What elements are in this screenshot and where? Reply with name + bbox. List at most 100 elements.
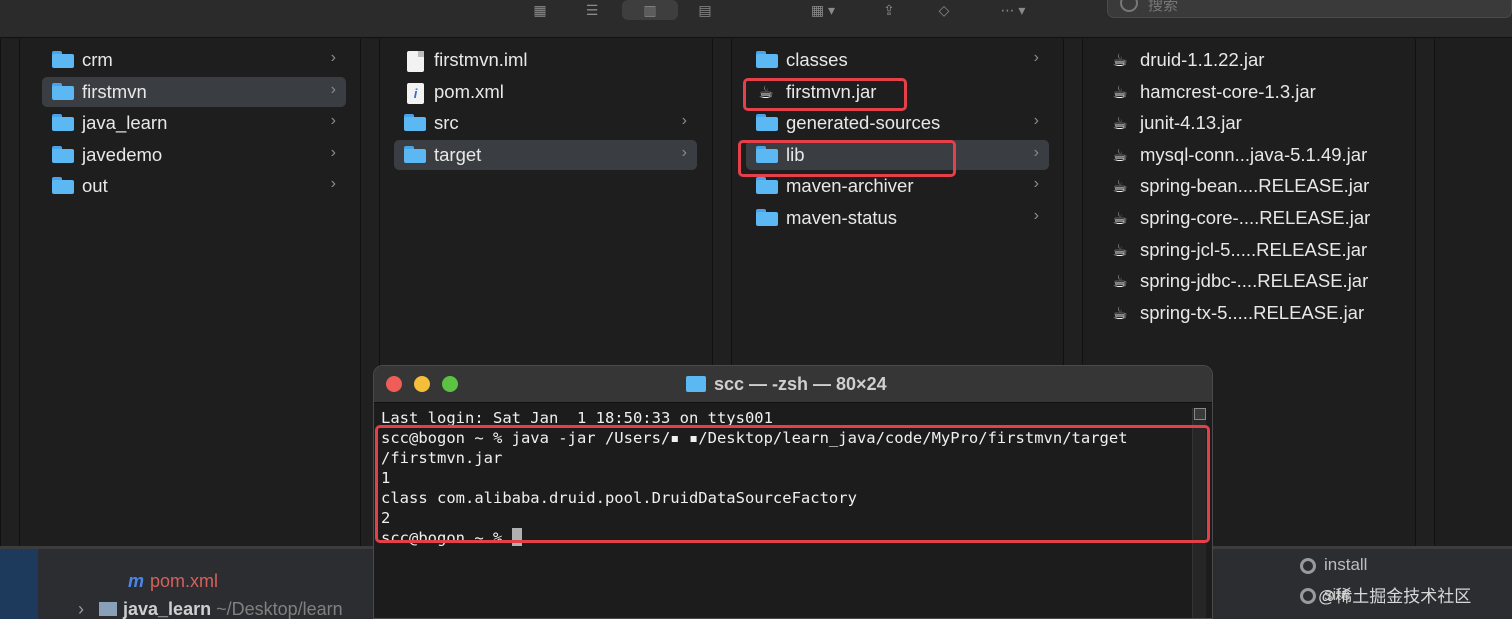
terminal-line: /firstmvn.jar: [381, 449, 503, 467]
ide-project-path: ~/Desktop/learn: [216, 599, 343, 619]
finder-item[interactable]: firstmvn.iml: [394, 45, 697, 75]
finder-item-label: generated-sources: [786, 112, 941, 134]
finder-item[interactable]: ☕ spring-tx-5.....RELEASE.jar: [1098, 298, 1410, 328]
finder-item[interactable]: i pom.xml: [394, 77, 697, 107]
finder-item-label: java_learn: [82, 112, 168, 134]
finder-item-label: src: [434, 112, 459, 134]
chevron-right-icon: ›: [1033, 143, 1039, 161]
close-button[interactable]: [386, 376, 402, 392]
group-button[interactable]: ▦ ▾: [795, 0, 851, 20]
folder-icon: [756, 177, 778, 195]
finder-item-label: firstmvn: [82, 80, 147, 102]
search-input[interactable]: 搜索: [1107, 0, 1512, 18]
maven-goal-install[interactable]: install: [1300, 555, 1512, 577]
finder-item[interactable]: ☕ spring-bean....RELEASE.jar: [1098, 171, 1410, 201]
column-divider[interactable]: [0, 39, 20, 546]
chevron-right-icon: ›: [1033, 175, 1039, 193]
watermark: @稀土掘金技术社区: [1318, 587, 1472, 606]
chevron-right-icon: ›: [1033, 49, 1039, 66]
jar-file-icon: ☕: [1112, 272, 1128, 292]
finder-item[interactable]: ☕ mysql-conn...java-5.1.49.jar: [1098, 140, 1410, 170]
finder-item[interactable]: ☕ hamcrest-core-1.3.jar: [1098, 77, 1410, 107]
terminal-scrollbar[interactable]: [1192, 408, 1206, 618]
finder-item[interactable]: java_learn ›: [42, 108, 346, 138]
folder-icon: [52, 177, 74, 195]
chevron-right-icon: ›: [330, 112, 336, 130]
folder-icon: [756, 145, 778, 164]
finder-item[interactable]: maven-status ›: [746, 203, 1049, 233]
maven-goal-label: install: [1324, 555, 1368, 574]
share-button[interactable]: ⇪: [875, 0, 903, 20]
project-folder-icon: [99, 602, 118, 616]
ide-pom-file[interactable]: m pom.xml: [128, 571, 218, 592]
folder-icon: [404, 114, 426, 132]
chevron-right-icon: ›: [681, 143, 687, 161]
ide-pom-label: pom.xml: [150, 571, 219, 591]
finder-item[interactable]: classes ›: [746, 45, 1049, 75]
ide-sidebar-strip: [0, 549, 38, 619]
finder-item[interactable]: generated-sources ›: [746, 108, 1049, 138]
jar-file-icon: ☕: [1112, 177, 1128, 197]
folder-icon: [756, 209, 778, 227]
finder-item-label: javedemo: [82, 143, 163, 165]
terminal-line: scc@bogon ~ %: [381, 528, 1191, 548]
folder-icon: [52, 145, 74, 164]
finder-item[interactable]: ☕ spring-core-....RELEASE.jar: [1098, 203, 1410, 233]
folder-icon: [52, 51, 74, 69]
finder-item[interactable]: ☕ druid-1.1.22.jar: [1098, 45, 1410, 75]
more-actions-button[interactable]: ⋯ ▾: [988, 0, 1038, 20]
terminal-window[interactable]: scc — -zsh — 80×24 Last login: Sat Jan 1…: [373, 365, 1213, 619]
finder-item[interactable]: maven-archiver ›: [746, 171, 1049, 201]
icon-view-button[interactable]: ▦: [523, 0, 557, 20]
jar-file-icon: ☕: [1112, 145, 1128, 165]
finder-item[interactable]: javedemo ›: [42, 140, 346, 170]
jar-file-icon: ☕: [1112, 51, 1128, 70]
minimize-button[interactable]: [414, 376, 430, 392]
list-view-button[interactable]: ☰: [575, 0, 609, 20]
ide-project-node[interactable]: › java_learn ~/Desktop/learn: [78, 599, 343, 619]
finder-item-label: classes: [786, 49, 848, 70]
finder-item[interactable]: src ›: [394, 108, 697, 138]
chevron-right-icon: ›: [78, 599, 84, 619]
terminal-title-text: scc — -zsh — 80×24: [714, 374, 887, 394]
xml-file-icon: i: [404, 82, 426, 104]
gear-icon: [1300, 557, 1316, 574]
gallery-view-button[interactable]: ▤: [688, 0, 722, 20]
chevron-right-icon: ›: [330, 49, 336, 66]
finder-toolbar: ▦ ☰ ▥ ▤ ▦ ▾ ⇪ ◇ ⋯ ▾ 搜索: [0, 0, 1512, 38]
finder-item[interactable]: lib ›: [746, 139, 1049, 170]
finder-item-label: spring-jcl-5.....RELEASE.jar: [1140, 238, 1368, 260]
scroll-marker-icon[interactable]: [1194, 408, 1206, 420]
finder-item[interactable]: ☕ junit-4.13.jar: [1098, 108, 1410, 138]
terminal-output[interactable]: Last login: Sat Jan 1 18:50:33 on ttys00…: [381, 408, 1191, 548]
gear-icon: [1300, 587, 1316, 604]
column-1: crm › firstmvn › java_learn › javedemo › out ›: [42, 39, 346, 546]
jar-file-icon: ☕: [1112, 303, 1128, 323]
folder-icon: [756, 51, 778, 69]
chevron-right-icon: ›: [330, 80, 336, 98]
terminal-cursor: [511, 528, 522, 546]
jar-file-icon: ☕: [758, 82, 774, 102]
finder-item-label: spring-bean....RELEASE.jar: [1140, 175, 1370, 197]
finder-item[interactable]: crm ›: [42, 45, 346, 75]
finder-item-label: target: [434, 143, 482, 165]
chevron-right-icon: ›: [681, 112, 687, 130]
jar-file-icon: ☕: [1112, 114, 1128, 134]
finder-item[interactable]: firstmvn ›: [42, 76, 346, 107]
finder-item[interactable]: out ›: [42, 171, 346, 201]
column-view-button[interactable]: ▥: [622, 0, 678, 20]
finder-item-label: hamcrest-core-1.3.jar: [1140, 80, 1316, 102]
column-divider[interactable]: [1415, 39, 1435, 546]
finder-item[interactable]: ☕ spring-jcl-5.....RELEASE.jar: [1098, 235, 1410, 265]
chevron-right-icon: ›: [1033, 112, 1039, 130]
terminal-titlebar[interactable]: scc — -zsh — 80×24: [374, 366, 1212, 403]
jar-file-icon: ☕: [1112, 82, 1128, 102]
finder-item-label: pom.xml: [434, 80, 504, 102]
finder-item[interactable]: ☕ firstmvn.jar: [746, 77, 1049, 107]
tag-button[interactable]: ◇: [929, 0, 959, 20]
finder-item[interactable]: ☕ spring-jdbc-....RELEASE.jar: [1098, 266, 1410, 296]
folder-icon: [52, 114, 74, 132]
finder-item[interactable]: target ›: [394, 139, 697, 170]
finder-item-label: out: [82, 175, 108, 197]
zoom-button[interactable]: [442, 376, 458, 392]
